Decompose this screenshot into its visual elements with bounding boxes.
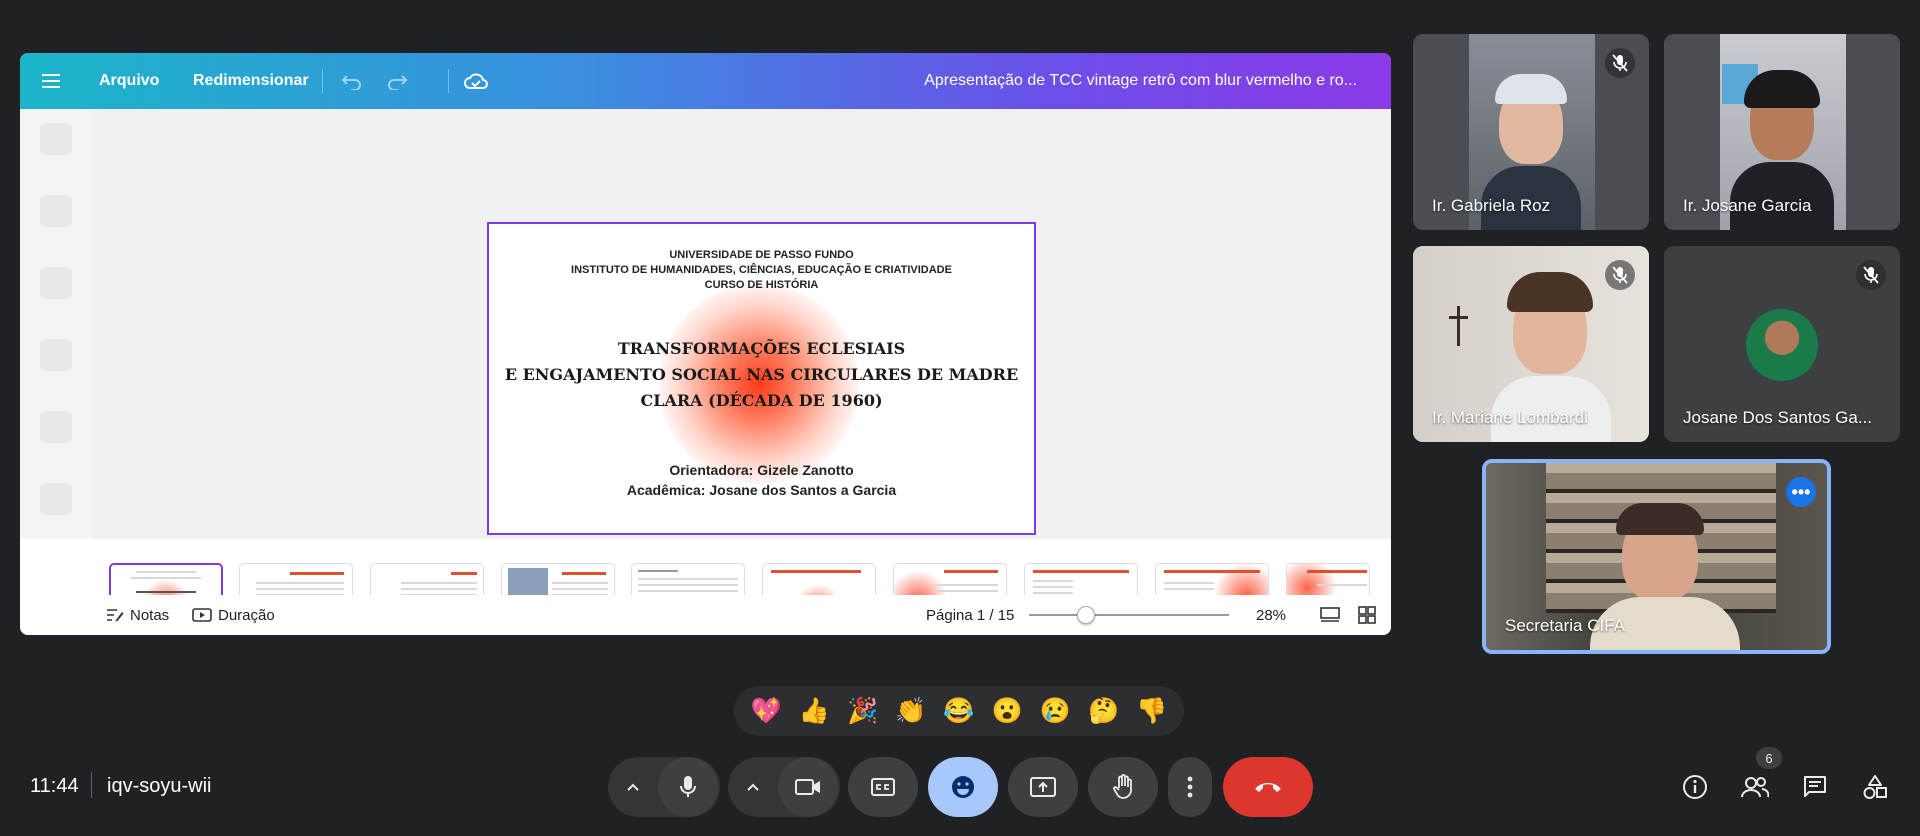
current-slide[interactable]: UNIVERSIDADE DE PASSO FUNDO INSTITUTO DE…	[487, 222, 1036, 535]
reaction-thumbs-down[interactable]: 👎	[1132, 697, 1172, 726]
participant-name: Ir. Josane Garcia	[1683, 196, 1812, 215]
avatar	[1746, 309, 1818, 381]
participant-tile[interactable]: Ir. Josane Garcia	[1664, 34, 1900, 230]
reaction-laugh[interactable]: 😂	[939, 697, 979, 726]
slide-title-line: TRANSFORMAÇÕES ECLESIAIS	[617, 339, 906, 358]
captions-button[interactable]	[848, 757, 918, 817]
notes-icon	[107, 609, 124, 622]
undo-icon[interactable]	[341, 53, 363, 109]
people-icon	[1741, 777, 1769, 798]
canva-toolbar: Arquivo Redimensionar Apresentação de TC…	[20, 53, 1391, 109]
sidebar-icon	[40, 195, 72, 227]
design-title[interactable]: Apresentação de TCC vintage retrô com bl…	[924, 53, 1357, 109]
participant-name: Ir. Gabriela Roz	[1432, 196, 1551, 215]
meeting-code[interactable]: iqv-soyu-wii	[107, 775, 211, 798]
hang-up-icon	[1255, 783, 1281, 792]
participant-tile-self[interactable]: ••• Secretaria CIFA	[1482, 459, 1831, 654]
more-options-button[interactable]	[1168, 757, 1212, 817]
meeting-details-button[interactable]	[1673, 765, 1717, 809]
captions-icon	[871, 778, 895, 796]
grid-view-icon[interactable]	[1358, 595, 1376, 635]
chat-button[interactable]	[1793, 765, 1837, 809]
sidebar-icon	[40, 267, 72, 299]
shapes-icon	[1863, 775, 1887, 799]
info-icon	[1683, 775, 1707, 799]
cloud-saved-icon[interactable]	[464, 53, 488, 109]
mic-off-icon	[1856, 260, 1886, 290]
activities-button[interactable]	[1853, 765, 1897, 809]
mic-off-icon	[1605, 48, 1635, 78]
file-menu[interactable]: Arquivo	[99, 53, 159, 109]
raise-hand-button[interactable]	[1088, 757, 1158, 817]
toolbar-divider	[448, 69, 449, 93]
present-screen-button[interactable]	[1008, 757, 1078, 817]
reactions-bar: 💖 👍 🎉 👏 😂 😮 😢 🤔 👎	[734, 686, 1184, 736]
toolbar-divider	[322, 69, 323, 93]
hamburger-menu-icon[interactable]	[42, 53, 60, 109]
participant-name: Secretaria CIFA	[1505, 616, 1625, 635]
sidebar-icon	[40, 411, 72, 443]
participant-tile[interactable]: Ir. Mariane Lombardi	[1413, 246, 1649, 442]
sidebar-icon	[40, 483, 72, 515]
reaction-thumbs-up[interactable]: 👍	[794, 697, 834, 726]
slide-course: CURSO DE HISTÓRIA	[704, 279, 819, 291]
slide-title-line: E ENGAJAMENTO SOCIAL NAS CIRCULARES DE M…	[504, 365, 1019, 384]
zoom-slider-track[interactable]	[1029, 614, 1229, 616]
hand-icon	[1113, 774, 1132, 799]
duration-label: Duração	[218, 606, 275, 624]
slide-institute: INSTITUTO DE HUMANIDADES, CIÊNCIAS, EDUC…	[571, 264, 952, 276]
chat-icon	[1804, 776, 1826, 797]
sidebar-icon	[40, 339, 72, 371]
shared-screen: Arquivo Redimensionar Apresentação de TC…	[20, 53, 1391, 635]
slide-advisor: Orientadora: Gizele Zanotto	[669, 462, 854, 478]
leave-call-button[interactable]	[1223, 757, 1313, 817]
reaction-party[interactable]: 🎉	[843, 697, 883, 726]
more-options-icon[interactable]: •••	[1786, 477, 1816, 507]
microphone-button[interactable]	[658, 757, 718, 817]
sidebar-icon	[40, 123, 72, 155]
people-button[interactable]	[1733, 765, 1777, 809]
zoom-level[interactable]: 28%	[1256, 595, 1286, 635]
mic-off-icon	[1605, 260, 1635, 290]
duration-button[interactable]: Duração	[192, 595, 275, 635]
participant-count-badge: 6	[1756, 747, 1782, 769]
duration-icon	[192, 608, 212, 622]
participant-name: Ir. Mariane Lombardi	[1432, 408, 1588, 427]
emoji-icon	[952, 776, 974, 798]
chevron-up-icon	[747, 783, 759, 791]
clock: 11:44	[30, 775, 79, 797]
redo-icon[interactable]	[386, 53, 408, 109]
notes-label: Notas	[130, 606, 170, 624]
reaction-thinking[interactable]: 🤔	[1084, 697, 1124, 726]
page-view-icon[interactable]	[1320, 595, 1340, 635]
reaction-surprised[interactable]: 😮	[987, 697, 1027, 726]
camera-icon	[795, 779, 820, 795]
page-indicator: Página 1 / 15	[926, 606, 1015, 624]
participant-tile[interactable]: Josane Dos Santos Ga...	[1664, 246, 1900, 442]
reaction-heart[interactable]: 💖	[746, 697, 786, 726]
notes-button[interactable]: Notas	[106, 595, 169, 635]
zoom-slider-handle[interactable]	[1076, 606, 1095, 624]
slide-student: Acadêmica: Josane dos Santos a Garcia	[626, 482, 897, 498]
canva-side-panel	[20, 109, 92, 539]
chevron-up-icon	[627, 783, 639, 791]
camera-button[interactable]	[778, 757, 838, 817]
editor-footer: Notas Duração Página 1 / 15 28%	[20, 595, 1391, 635]
reaction-sad[interactable]: 😢	[1035, 697, 1075, 726]
reactions-button[interactable]	[928, 757, 998, 817]
participant-name: Josane Dos Santos Ga...	[1683, 408, 1872, 427]
more-vert-icon	[1187, 776, 1193, 798]
participant-tile[interactable]: Ir. Gabriela Roz	[1413, 34, 1649, 230]
slide-university: UNIVERSIDADE DE PASSO FUNDO	[669, 249, 854, 261]
present-icon	[1030, 777, 1056, 797]
reaction-clap[interactable]: 👏	[891, 697, 931, 726]
resize-button[interactable]: Redimensionar	[193, 53, 309, 109]
divider	[91, 772, 92, 798]
slide-title-line: CLARA (DÉCADA DE 1960)	[640, 391, 883, 410]
microphone-icon	[680, 776, 696, 797]
